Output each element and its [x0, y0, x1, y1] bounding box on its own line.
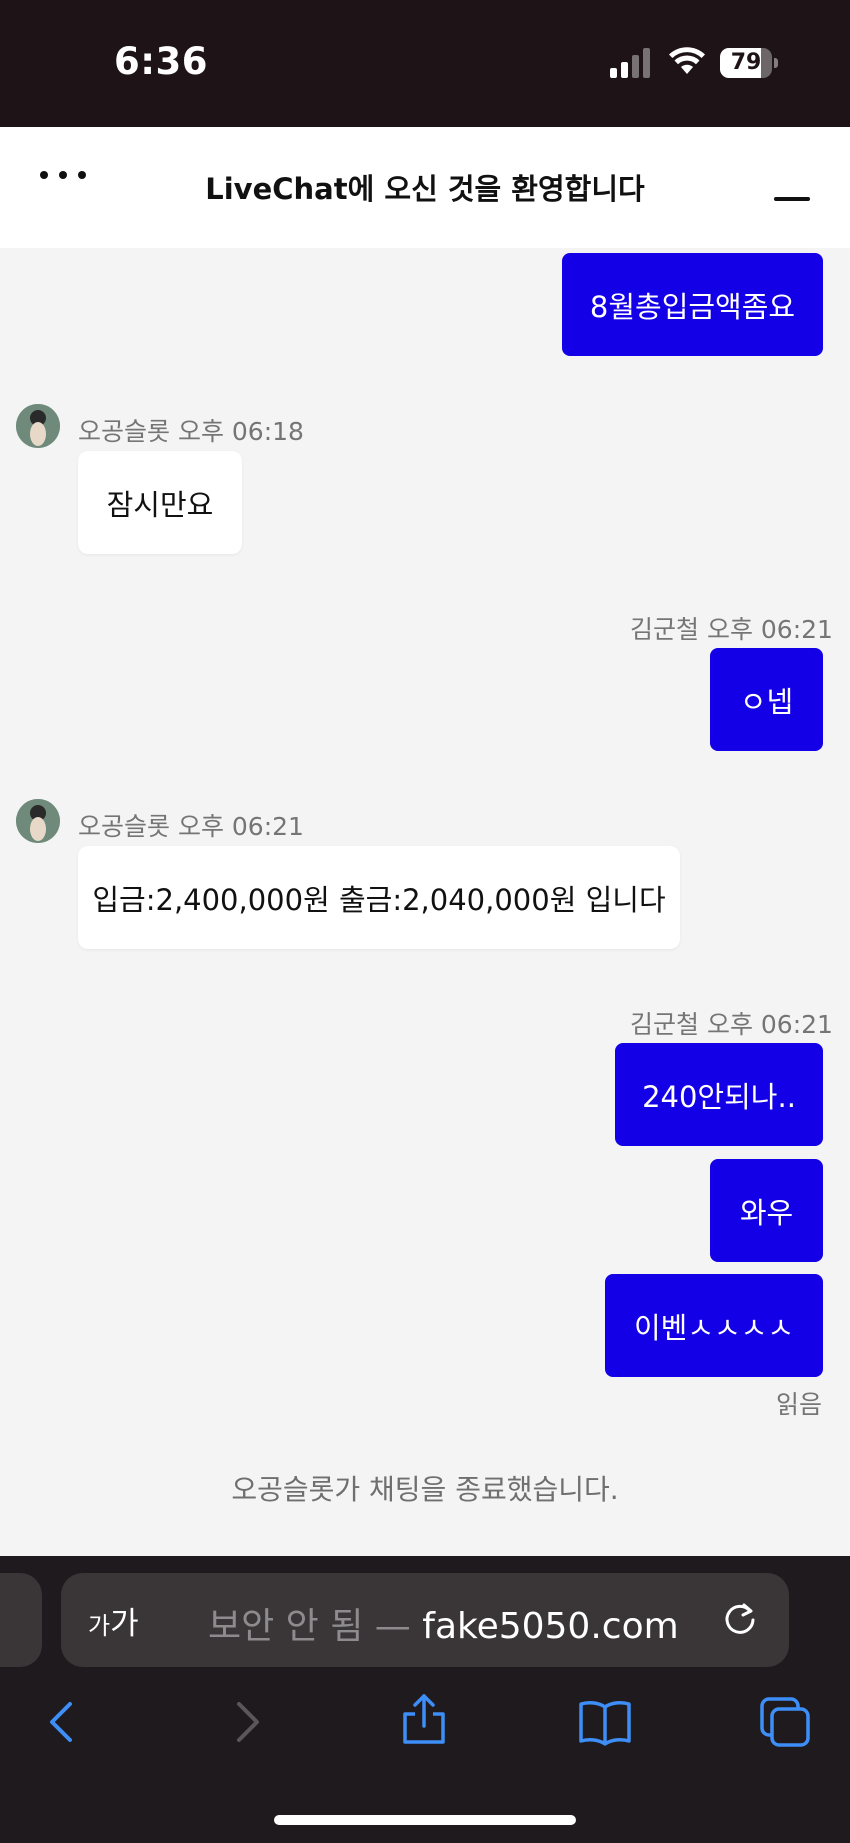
share-icon[interactable] — [397, 1692, 451, 1746]
battery-icon: 79 — [720, 48, 778, 78]
back-icon[interactable] — [36, 1695, 90, 1749]
wifi-icon — [669, 47, 705, 74]
avatar — [16, 404, 60, 448]
message-meta: 오공슬롯 오후 06:21 — [78, 812, 304, 841]
forward-icon[interactable] — [219, 1695, 273, 1749]
message-meta: 김군철 오후 06:21 — [630, 615, 833, 644]
reload-icon[interactable] — [720, 1600, 760, 1640]
message-bubble-outgoing: 240안되나.. — [615, 1043, 823, 1146]
message-meta: 김군철 오후 06:21 — [630, 1010, 833, 1039]
read-receipt: 읽음 — [775, 1390, 822, 1419]
home-indicator — [274, 1815, 576, 1825]
message-bubble-incoming: 입금:2,400,000원 출금:2,040,000원 입니다 — [78, 846, 680, 949]
bookmarks-icon[interactable] — [578, 1695, 632, 1749]
message-bubble-outgoing: 8월총입금액좀요 — [562, 253, 823, 356]
tabs-icon[interactable] — [758, 1695, 812, 1749]
signal-icon — [610, 48, 650, 78]
minimize-icon[interactable] — [774, 197, 810, 201]
avatar — [16, 799, 60, 843]
message-bubble-incoming: 잠시만요 — [78, 451, 242, 554]
page-title: LiveChat에 오신 것을 환영합니다 — [205, 172, 645, 206]
url-domain: fake5050.com — [422, 1606, 679, 1647]
battery-level: 79 — [730, 50, 762, 75]
previous-tab[interactable] — [0, 1573, 42, 1667]
url-text[interactable]: 보안 안 됨 — fake5050.com — [208, 1597, 679, 1649]
url-security-warning: 보안 안 됨 — — [208, 1606, 423, 1647]
message-bubble-outgoing: 와우 — [710, 1159, 823, 1262]
message-meta: 오공슬롯 오후 06:18 — [78, 417, 304, 446]
message-bubble-outgoing: ㅇ넵 — [710, 648, 823, 751]
chat-ended-notice: 오공슬롯가 채팅을 종료했습니다. — [231, 1473, 619, 1506]
message-bubble-outgoing: 이벤ㅅㅅㅅㅅ — [605, 1274, 823, 1377]
reader-settings-button[interactable]: 가가 — [88, 1598, 139, 1643]
status-time: 6:36 — [114, 40, 209, 83]
